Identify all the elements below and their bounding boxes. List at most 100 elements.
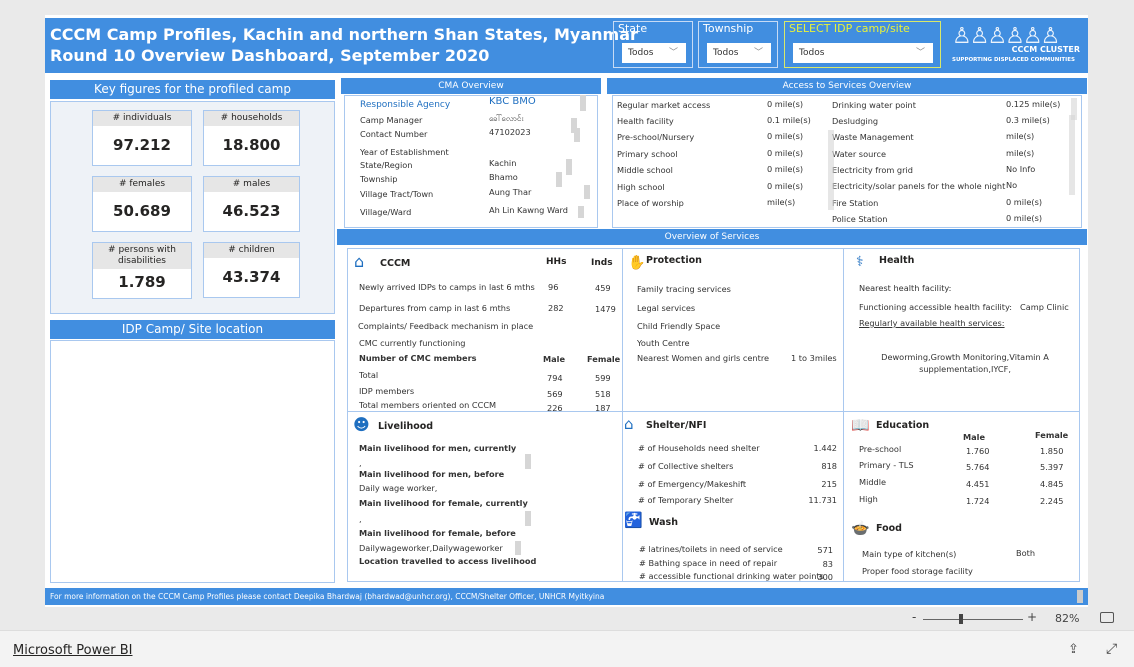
row-label: Nearest health facility: bbox=[859, 283, 952, 293]
row-value: Camp Clinic bbox=[1020, 302, 1069, 312]
card-label: # households bbox=[204, 111, 299, 126]
row-value: 571 bbox=[817, 545, 833, 555]
book-icon: 📖 bbox=[851, 416, 870, 434]
col-hhs: HHs bbox=[546, 257, 567, 267]
zoom-slider[interactable] bbox=[923, 619, 1023, 620]
livelihood-row: Dailywageworker,Dailywageworker bbox=[359, 543, 503, 553]
camp-dropdown[interactable]: Todos ﹀ bbox=[793, 43, 933, 63]
card-value: 46.523 bbox=[222, 202, 281, 220]
access-label: Primary school bbox=[617, 149, 678, 159]
caduceus-icon: ⚕ bbox=[856, 254, 864, 270]
scrollbar[interactable] bbox=[1077, 590, 1083, 603]
access-label: Desludging bbox=[832, 116, 879, 126]
zoom-in-button[interactable]: + bbox=[1027, 610, 1037, 624]
scrollbar[interactable] bbox=[574, 128, 580, 142]
fullscreen-icon[interactable]: ⤢ bbox=[1106, 641, 1117, 657]
food-bowl-icon: 🍲 bbox=[851, 519, 870, 537]
row-value: 11.731 bbox=[808, 495, 837, 505]
state-dropdown[interactable]: Todos ﹀ bbox=[622, 43, 686, 63]
zoom-out-button[interactable]: - bbox=[912, 610, 916, 624]
access-label: Pre-school/Nursery bbox=[617, 132, 695, 142]
divider bbox=[347, 411, 1080, 412]
access-label: Regular market access bbox=[617, 100, 711, 110]
row-label: Departures from camp in last 6 mths bbox=[359, 303, 511, 313]
access-label: Health facility bbox=[617, 116, 674, 126]
access-label: Electricity from grid bbox=[832, 165, 913, 175]
key-figure-card: # households 18.800 bbox=[203, 110, 300, 166]
cccm-title: CCCM bbox=[380, 258, 411, 269]
scrollbar[interactable] bbox=[584, 185, 590, 199]
key-figure-card: # individuals 97.212 bbox=[92, 110, 192, 166]
scrollbar[interactable] bbox=[828, 130, 834, 210]
card-value: 18.800 bbox=[222, 136, 281, 154]
township-slicer[interactable]: Township Todos ﹀ bbox=[698, 21, 778, 68]
dropdown-value: Todos bbox=[799, 48, 825, 58]
page-title: CCCM Camp Profiles, Kachin and northern … bbox=[50, 25, 638, 44]
row-label: Pre-school bbox=[859, 444, 902, 454]
scrollbar[interactable] bbox=[515, 541, 521, 555]
row-value: 1.760 bbox=[966, 446, 990, 456]
access-value: 0 mile(s) bbox=[1006, 213, 1043, 223]
access-value: mile(s) bbox=[767, 197, 796, 207]
row-value: 1 to 3miles bbox=[791, 353, 837, 363]
col-male: Male bbox=[963, 432, 986, 442]
row-label: Nearest Women and girls centre bbox=[637, 353, 770, 363]
footer-contact: For more information on the CCCM Camp Pr… bbox=[50, 592, 605, 601]
access-title: Access to Services Overview bbox=[607, 78, 1087, 94]
row-label: Proper food storage facility bbox=[862, 566, 973, 576]
row-value: 5.397 bbox=[1040, 462, 1064, 472]
cma-value: Ah Lin Kawng Ward bbox=[489, 205, 568, 215]
fit-to-page-icon[interactable] bbox=[1100, 612, 1114, 623]
row-label: IDP members bbox=[359, 386, 415, 396]
access-label: Water source bbox=[832, 149, 886, 159]
scrollbar[interactable] bbox=[578, 206, 584, 218]
scrollbar[interactable] bbox=[525, 454, 531, 469]
access-label: Waste Management bbox=[832, 132, 914, 142]
row-value: 794 bbox=[547, 373, 563, 383]
dropdown-value: Todos bbox=[713, 48, 739, 58]
house-icon: ⌂ bbox=[624, 415, 634, 433]
power-bi-link[interactable]: Microsoft Power BI bbox=[13, 643, 132, 658]
scrollbar[interactable] bbox=[525, 511, 531, 526]
members-title: Number of CMC members bbox=[359, 353, 477, 363]
protection-item: Youth Centre bbox=[637, 338, 690, 348]
key-figure-card: # children 43.374 bbox=[203, 242, 300, 298]
cma-label: Township bbox=[360, 174, 398, 184]
divider bbox=[622, 248, 623, 582]
card-label: # children bbox=[204, 243, 299, 258]
scrollbar[interactable] bbox=[556, 172, 562, 187]
row-value: 1.850 bbox=[1040, 446, 1064, 456]
col-male: Male bbox=[543, 354, 566, 364]
chevron-down-icon: ﹀ bbox=[753, 48, 763, 58]
row-label: Middle bbox=[859, 477, 887, 487]
row-value: 518 bbox=[595, 389, 611, 399]
camp-slicer[interactable]: SELECT IDP camp/site Todos ﹀ bbox=[784, 21, 941, 68]
row-label: CMC currently functioning bbox=[359, 338, 466, 348]
livelihood-person-icon: ☻ bbox=[353, 415, 370, 434]
zoom-slider-handle[interactable] bbox=[959, 614, 963, 624]
scrollbar[interactable] bbox=[1069, 115, 1075, 195]
scrollbar[interactable] bbox=[580, 95, 586, 111]
row-label: # latrines/toilets in need of service bbox=[639, 544, 783, 554]
state-slicer[interactable]: State Todos ﹀ bbox=[613, 21, 693, 68]
township-dropdown[interactable]: Todos ﹀ bbox=[707, 43, 771, 63]
access-label: Fire Station bbox=[832, 198, 879, 208]
dropdown-value: Todos bbox=[628, 48, 654, 58]
key-figure-card: # persons with disabilities 1.789 bbox=[92, 242, 192, 299]
key-figure-card: # females 50.689 bbox=[92, 176, 192, 232]
scrollbar[interactable] bbox=[566, 159, 572, 175]
location-map[interactable] bbox=[50, 340, 335, 583]
livelihood-row: Main livelihood for men, before bbox=[359, 469, 505, 479]
row-value: 569 bbox=[547, 389, 563, 399]
row-label: Complaints/ Feedback mechanism in place bbox=[358, 321, 534, 331]
share-icon[interactable]: ⇪ bbox=[1068, 642, 1079, 657]
row-value: 1.442 bbox=[813, 443, 837, 453]
house-family-icon: ⌂ bbox=[354, 252, 365, 271]
row-value: 4.451 bbox=[966, 479, 990, 489]
cma-title: CMA Overview bbox=[341, 78, 601, 94]
access-label: Place of worship bbox=[617, 198, 684, 208]
row-label: Main type of kitchen(s) bbox=[862, 549, 957, 559]
card-value: 97.212 bbox=[113, 136, 171, 154]
livelihood-row: Main livelihood for female, currently bbox=[359, 498, 528, 508]
row-value: 226 bbox=[547, 403, 563, 413]
